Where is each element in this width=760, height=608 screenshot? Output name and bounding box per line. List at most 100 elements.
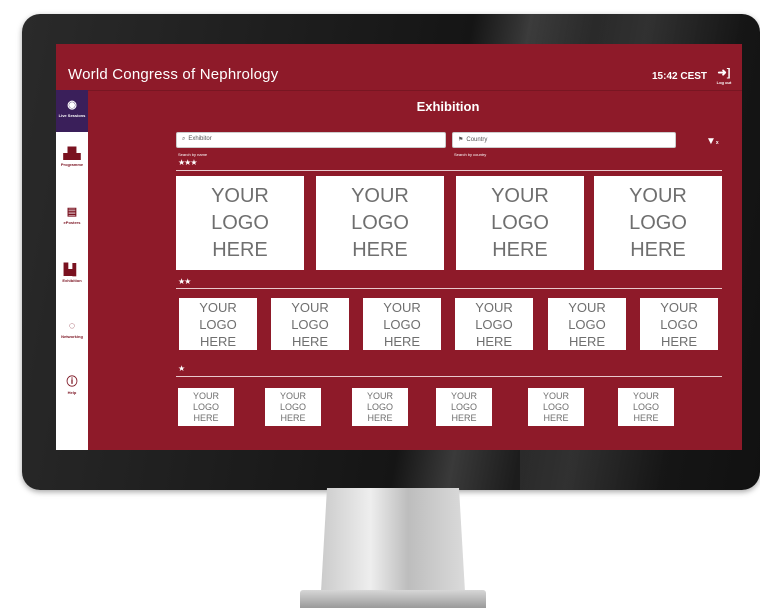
country-search-hint: Search by country	[454, 152, 487, 157]
logo-text: HERE	[383, 333, 421, 349]
exhibitor-search-hint: Search by name	[178, 152, 208, 157]
logo-text: YOUR	[199, 299, 237, 315]
logo-text: HERE	[367, 412, 393, 423]
exhibitor-logo[interactable]: YOUR LOGO HERE	[594, 176, 722, 270]
sidebar-item-help[interactable]: ⓘ Help	[56, 376, 88, 395]
logo-text: HERE	[291, 333, 329, 349]
exhibitor-logo[interactable]: YOUR LOGO HERE	[640, 298, 718, 350]
logout-label: Log out	[716, 80, 732, 85]
flag-icon: ⚑	[458, 137, 464, 143]
exhibitor-logo[interactable]: YOUR LOGO HERE	[363, 298, 441, 350]
eposters-icon: ▤	[66, 206, 78, 218]
logo-text: YOUR	[542, 390, 569, 401]
exhibitor-logo[interactable]: YOUR LOGO HERE	[436, 388, 492, 426]
logo-text: HERE	[280, 412, 306, 423]
logo-text: YOUR	[351, 184, 409, 207]
exhibition-icon: ▙▌	[63, 264, 81, 276]
logo-text: YOUR	[192, 390, 219, 401]
sidebar-item-programme[interactable]: ▟▙ Programme	[56, 148, 88, 167]
logo-text: HERE	[475, 333, 513, 349]
logo-text: YOUR	[279, 390, 306, 401]
tier-2-divider	[176, 288, 722, 289]
exhibitor-search-input[interactable]: ⌕ Exhibitor	[176, 132, 446, 148]
logo-text: HERE	[492, 238, 548, 261]
monitor-stand	[321, 488, 465, 592]
exhibitor-logo[interactable]: YOUR LOGO HERE	[352, 388, 408, 426]
programme-icon: ▟▙	[63, 148, 81, 160]
exhibitor-logo[interactable]: YOUR LOGO HERE	[316, 176, 444, 270]
logo-text: HERE	[543, 412, 569, 423]
logo-text: LOGO	[192, 401, 219, 412]
logo-text: LOGO	[568, 316, 606, 332]
page-title: Exhibition	[416, 99, 480, 114]
live-sessions-icon: ◉	[67, 99, 77, 111]
exhibitor-logo[interactable]: YOUR LOGO HERE	[528, 388, 584, 426]
exhibitor-placeholder: Exhibitor	[188, 136, 212, 142]
logo-text: YOUR	[629, 184, 687, 207]
logo-text: HERE	[212, 238, 268, 261]
sidebar-item-exhibition[interactable]: ▙▌ Exhibition	[56, 264, 88, 283]
logo-text: LOGO	[383, 316, 421, 332]
tier-2-stars: ★★	[178, 277, 191, 286]
logo-text: LOGO	[351, 211, 409, 234]
exhibitor-logo[interactable]: YOUR LOGO HERE	[265, 388, 321, 426]
logo-text: LOGO	[660, 316, 698, 332]
logo-text: HERE	[451, 412, 477, 423]
logo-text: HERE	[630, 238, 686, 261]
logout-icon: ➜]	[717, 67, 731, 79]
exhibitor-logo[interactable]: YOUR LOGO HERE	[179, 298, 257, 350]
logo-text: YOUR	[568, 299, 606, 315]
app-title: World Congress of Nephrology	[68, 66, 279, 83]
app-screen: World Congress of Nephrology 15:42 CEST …	[56, 44, 742, 450]
logo-text: HERE	[193, 412, 219, 423]
logo-text: LOGO	[491, 211, 549, 234]
logo-text: LOGO	[199, 316, 237, 332]
logo-text: HERE	[352, 238, 408, 261]
logo-text: YOUR	[211, 184, 269, 207]
logo-text: LOGO	[366, 401, 393, 412]
tier-3-stars: ★	[178, 364, 185, 373]
sidebar-item-networking[interactable]: ◌ Networking	[56, 320, 88, 339]
logo-text: HERE	[199, 333, 237, 349]
sidebar-item-label: Networking	[61, 334, 83, 339]
logo-text: LOGO	[629, 211, 687, 234]
exhibitor-logo[interactable]: YOUR LOGO HERE	[456, 176, 584, 270]
sidebar-item-live-sessions[interactable]: ◉ Live Sessions	[56, 90, 88, 132]
exhibitor-logo[interactable]: YOUR LOGO HERE	[548, 298, 626, 350]
exhibitor-logo[interactable]: YOUR LOGO HERE	[618, 388, 674, 426]
sidebar: ◉ Live Sessions ▟▙ Programme ▤ ePosters …	[56, 90, 88, 450]
help-icon: ⓘ	[66, 376, 78, 388]
logo-text: LOGO	[291, 316, 329, 332]
tier-3-divider	[176, 376, 722, 377]
logo-text: LOGO	[542, 401, 569, 412]
logo-text: HERE	[633, 412, 659, 423]
monitor-stand-base	[300, 590, 486, 608]
logo-text: YOUR	[366, 390, 393, 401]
country-search-input[interactable]: ⚑ Country	[452, 132, 676, 148]
clock: 15:42 CEST	[652, 71, 708, 82]
exhibitor-logo[interactable]: YOUR LOGO HERE	[271, 298, 349, 350]
logo-text: YOUR	[491, 184, 549, 207]
country-placeholder: Country	[466, 137, 488, 143]
sidebar-item-label: Programme	[60, 162, 84, 167]
logo-text: YOUR	[291, 299, 329, 315]
sidebar-item-label: ePosters	[63, 220, 81, 225]
networking-icon: ◌	[68, 320, 76, 332]
logo-text: LOGO	[450, 401, 477, 412]
tier-1-stars: ★★★	[178, 158, 197, 167]
logo-text: LOGO	[632, 401, 659, 412]
top-bar: World Congress of Nephrology 15:42 CEST …	[56, 44, 742, 91]
logo-text: YOUR	[632, 390, 659, 401]
exhibitor-logo[interactable]: YOUR LOGO HERE	[455, 298, 533, 350]
logo-text: LOGO	[475, 316, 513, 332]
sidebar-item-eposters[interactable]: ▤ ePosters	[56, 206, 88, 225]
logo-text: YOUR	[475, 299, 513, 315]
exhibitor-logo[interactable]: YOUR LOGO HERE	[176, 176, 304, 270]
logo-text: HERE	[568, 333, 606, 349]
logout-button[interactable]: ➜] Log out	[712, 67, 736, 86]
logo-text: YOUR	[450, 390, 477, 401]
sidebar-item-label: Live Sessions	[58, 113, 86, 118]
logo-text: HERE	[660, 333, 698, 349]
exhibitor-logo[interactable]: YOUR LOGO HERE	[178, 388, 234, 426]
filter-clear-icon[interactable]: ▼x	[706, 136, 719, 147]
